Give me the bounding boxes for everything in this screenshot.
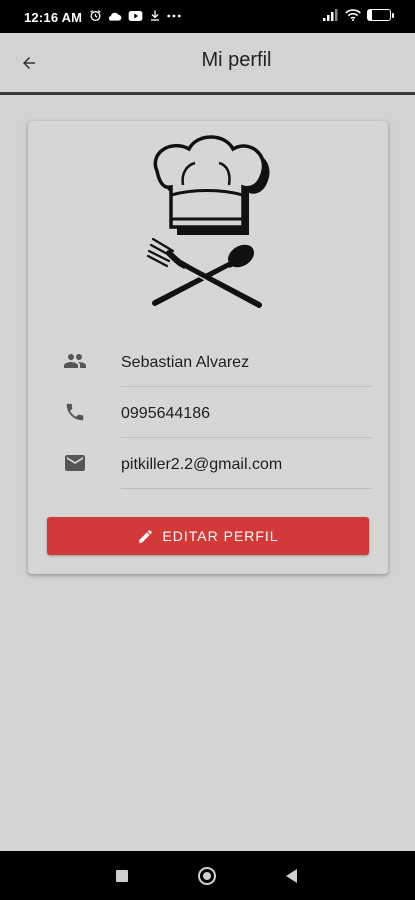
nav-back-button[interactable] <box>286 869 297 883</box>
status-right-icons: 17 <box>323 9 394 21</box>
battery-icon: 17 <box>367 9 394 21</box>
name-row: Sebastian Alvarez <box>28 336 388 387</box>
status-time: 12:16 AM <box>24 10 83 25</box>
profile-email: pitkiller2.2@gmail.com <box>121 456 283 473</box>
edit-profile-label: EDITAR PERFIL <box>162 528 279 544</box>
edit-profile-button[interactable]: EDITAR PERFIL <box>47 517 369 555</box>
alarm-icon <box>90 10 101 22</box>
page-title: Mi perfil <box>201 49 272 71</box>
youtube-icon <box>128 10 143 21</box>
phone-row: 0995644186 <box>28 387 388 438</box>
profile-phone: 0995644186 <box>121 405 210 422</box>
divider <box>121 488 371 489</box>
phone-icon <box>62 399 88 425</box>
status-left-icons <box>89 9 181 22</box>
recents-button[interactable] <box>116 870 128 882</box>
profile-card: Sebastian Alvarez 0995644186 pitkiller2.… <box>28 121 388 574</box>
system-nav-bar <box>0 851 415 900</box>
profile-name: Sebastian Alvarez <box>121 354 250 371</box>
status-bar: 12:16 AM 17 <box>0 0 415 33</box>
people-icon <box>62 348 88 374</box>
cloud-icon <box>108 12 122 21</box>
app-bar: Mi perfil <box>0 33 415 95</box>
email-icon <box>62 450 88 476</box>
signal-icon <box>323 9 338 21</box>
wifi-icon <box>345 9 361 21</box>
home-button[interactable] <box>198 867 216 885</box>
chef-hat-fork-spoon-logo <box>146 135 270 309</box>
download-icon <box>151 10 159 21</box>
battery-level: 17 <box>373 11 384 21</box>
email-row: pitkiller2.2@gmail.com <box>28 438 388 489</box>
pencil-icon <box>139 529 153 543</box>
more-dots-icon <box>167 14 181 17</box>
